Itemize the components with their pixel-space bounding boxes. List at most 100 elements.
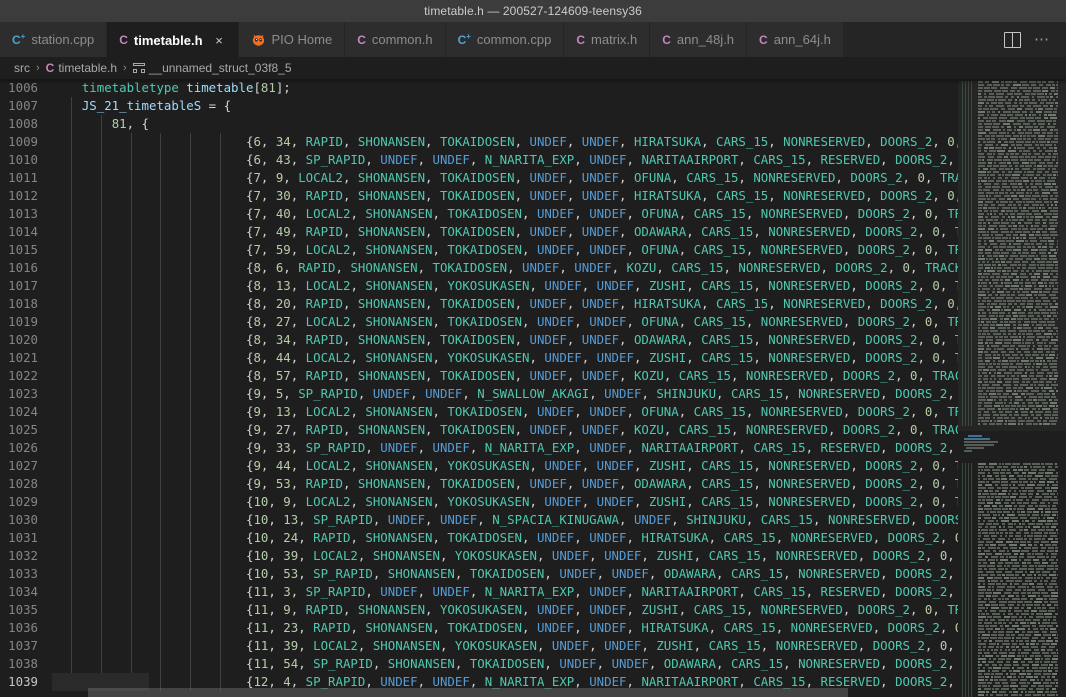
code-line[interactable]: 1017 {8, 13, LOCAL2, SHONANSEN, YOKOSUKA… [0, 277, 958, 295]
code-line[interactable]: 1034 {11, 3, SP_RAPID, UNDEF, UNDEF, N_N… [0, 583, 958, 601]
code-token: UNDEF [387, 512, 426, 527]
minimap-segment [1044, 318, 1049, 320]
minimap-segment [978, 499, 981, 501]
code-token: DOORS_2 [842, 368, 896, 383]
code-line[interactable]: 1007 JS_21_timetableS = { [0, 97, 958, 115]
minimap-segment [981, 637, 989, 639]
code-line[interactable]: 1019 {8, 27, LOCAL2, SHONANSEN, TOKAIDOS… [0, 313, 958, 331]
code-line[interactable]: 1020 {8, 34, RAPID, SHONANSEN, TOKAIDOSE… [0, 331, 958, 349]
code-line[interactable]: 1028 {9, 53, RAPID, SHONANSEN, TOKAIDOSE… [0, 475, 958, 493]
minimap-segment [1045, 472, 1053, 474]
code-token: , [335, 260, 351, 275]
code-line[interactable]: 1009 {6, 34, RAPID, SHONANSEN, TOKAIDOSE… [0, 133, 958, 151]
minimap-segment [978, 625, 984, 627]
editor-tab-common-h[interactable]: Ccommon.h [345, 22, 446, 57]
code-line[interactable]: 1030 {10, 13, SP_RAPID, UNDEF, UNDEF, N_… [0, 511, 958, 529]
code-token: , [357, 548, 373, 563]
minimap-segment [1013, 378, 1019, 380]
code-line[interactable]: 1036 {11, 23, RAPID, SHONANSEN, TOKAIDOS… [0, 619, 958, 637]
breadcrumb-item-src[interactable]: src [14, 61, 30, 75]
code-token: SHONANSEN [365, 314, 433, 329]
code-line[interactable]: 1024 {9, 13, LOCAL2, SHONANSEN, TOKAIDOS… [0, 403, 958, 421]
code-line[interactable]: 1013 {7, 40, LOCAL2, SHONANSEN, TOKAIDOS… [0, 205, 958, 223]
minimap-segment [978, 562, 981, 564]
breadcrumb-item-timetable-h[interactable]: Ctimetable.h [46, 61, 117, 75]
minimap-segment [1026, 381, 1030, 383]
code-line[interactable]: 1012 {7, 30, RAPID, SHONANSEN, TOKAIDOSE… [0, 187, 958, 205]
breadcrumb-item--unnamed-struct-03f8-5[interactable]: __unnamed_struct_03f8_5 [132, 61, 292, 75]
minimap-segment [1032, 324, 1034, 326]
minimap-segment [1034, 670, 1042, 672]
editor-tab-matrix-h[interactable]: Cmatrix.h [564, 22, 651, 57]
code-token: SHINJUKU [686, 512, 746, 527]
minimap-segment [1056, 625, 1058, 627]
code-line[interactable]: 1011 {7, 9, LOCAL2, SHONANSEN, TOKAIDOSE… [0, 169, 958, 187]
code-editor[interactable]: 1006 timetabletype timetable[81]; 1007 JS… [0, 79, 958, 697]
minimap-segment [995, 484, 998, 486]
minimap-segment [1001, 478, 1007, 480]
code-line[interactable]: 1037 {11, 39, LOCAL2, SHONANSEN, YOKOSUK… [0, 637, 958, 655]
code-line[interactable]: 1023 {9, 5, SP_RAPID, UNDEF, UNDEF, N_SW… [0, 385, 958, 403]
editor-tab-timetable-h[interactable]: Ctimetable.h × [107, 22, 239, 57]
minimap-segment [987, 589, 991, 591]
editor-tab-ann-64j-h[interactable]: Cann_64j.h [747, 22, 844, 57]
code-line[interactable]: 1027 {9, 44, LOCAL2, SHONANSEN, YOKOSUKA… [0, 457, 958, 475]
code-line[interactable]: 1033 {10, 53, SP_RAPID, SHONANSEN, TOKAI… [0, 565, 958, 583]
horizontal-scrollbar-thumb[interactable] [88, 688, 848, 697]
minimap-segment [997, 375, 1005, 377]
code-line[interactable]: 1026 {9, 33, SP_RAPID, UNDEF, UNDEF, N_N… [0, 439, 958, 457]
code-token: , [693, 638, 709, 653]
editor-tab-station-cpp[interactable]: C + station.cpp [0, 22, 108, 57]
code-token: 7 [253, 242, 261, 257]
code-line[interactable]: 1008 81, { [0, 115, 958, 133]
code-line[interactable]: 1025 {9, 27, RAPID, SHONANSEN, TOKAIDOSE… [0, 421, 958, 439]
code-line[interactable]: 1016 {8, 6, RAPID, SHONANSEN, TOKAIDOSEN… [0, 259, 958, 277]
code-line[interactable]: 1022 {8, 57, RAPID, SHONANSEN, TOKAIDOSE… [0, 367, 958, 385]
code-line[interactable]: 1006 timetabletype timetable[81]; [0, 79, 958, 97]
code-token: CARS_15 [730, 386, 784, 401]
code-line-content: {9, 44, LOCAL2, SHONANSEN, YOKOSUKASEN, … [52, 457, 958, 475]
code-line[interactable]: 1014 {7, 49, RAPID, SHONANSEN, TOKAIDOSE… [0, 223, 958, 241]
code-line[interactable]: 1021 {8, 44, LOCAL2, SHONANSEN, YOKOSUKA… [0, 349, 958, 367]
code-line[interactable]: 1032 {10, 39, LOCAL2, SHONANSEN, YOKOSUK… [0, 547, 958, 565]
code-line[interactable]: 1018 {8, 20, RAPID, SHONANSEN, TOKAIDOSE… [0, 295, 958, 313]
minimap-segment [1027, 475, 1032, 477]
code-line[interactable]: 1031 {10, 24, RAPID, SHONANSEN, TOKAIDOS… [0, 529, 958, 547]
code-token: LOCAL2 [313, 638, 358, 653]
minimap-segment [1027, 574, 1032, 576]
code-line[interactable]: 1038 {11, 54, SP_RAPID, SHONANSEN, TOKAI… [0, 655, 958, 673]
minimap-segment [989, 282, 991, 284]
editor-tab-common-cpp[interactable]: C + common.cpp [445, 22, 565, 57]
minimap-segment [1004, 267, 1011, 269]
code-token: UNDEF [596, 278, 634, 293]
code-token: , [910, 602, 925, 617]
minimap-segment [1040, 360, 1042, 362]
split-editor-button[interactable] [998, 26, 1026, 54]
minimap-segment [987, 111, 990, 113]
minimap[interactable] [958, 79, 1066, 697]
code-line[interactable]: 1029 {10, 9, LOCAL2, SHONANSEN, YOKOSUKA… [0, 493, 958, 511]
minimap-segment [1033, 423, 1038, 425]
minimap-segment [1036, 375, 1043, 377]
minimap-segment [1009, 691, 1012, 693]
more-actions-button[interactable]: ⋯ [1028, 26, 1056, 54]
minimap-segment [1056, 481, 1058, 483]
code-token: , [350, 530, 366, 545]
editor-tab-pio-home[interactable]: PIO Home [238, 22, 346, 57]
minimap-segment [1033, 189, 1038, 191]
minimap-segment [1051, 141, 1058, 143]
minimap-segment [1031, 252, 1036, 254]
code-token: 0 [932, 476, 940, 491]
code-line[interactable]: 1015 {7, 59, LOCAL2, SHONANSEN, TOKAIDOS… [0, 241, 958, 259]
minimap-segment [1002, 463, 1004, 465]
minimap-segment [1030, 162, 1036, 164]
minimap-segment [982, 288, 990, 290]
code-line[interactable]: 1010 {6, 43, SP_RAPID, UNDEF, UNDEF, N_N… [0, 151, 958, 169]
editor-tab-ann-48j-h[interactable]: Cann_48j.h [650, 22, 748, 57]
code-line[interactable]: 1035 {11, 9, RAPID, SHONANSEN, YOKOSUKAS… [0, 601, 958, 619]
horizontal-scrollbar[interactable] [0, 687, 958, 697]
code-token: , [574, 584, 590, 599]
minimap-segment [1033, 330, 1040, 332]
close-icon[interactable]: × [213, 34, 226, 47]
minimap-segment [1052, 171, 1058, 173]
